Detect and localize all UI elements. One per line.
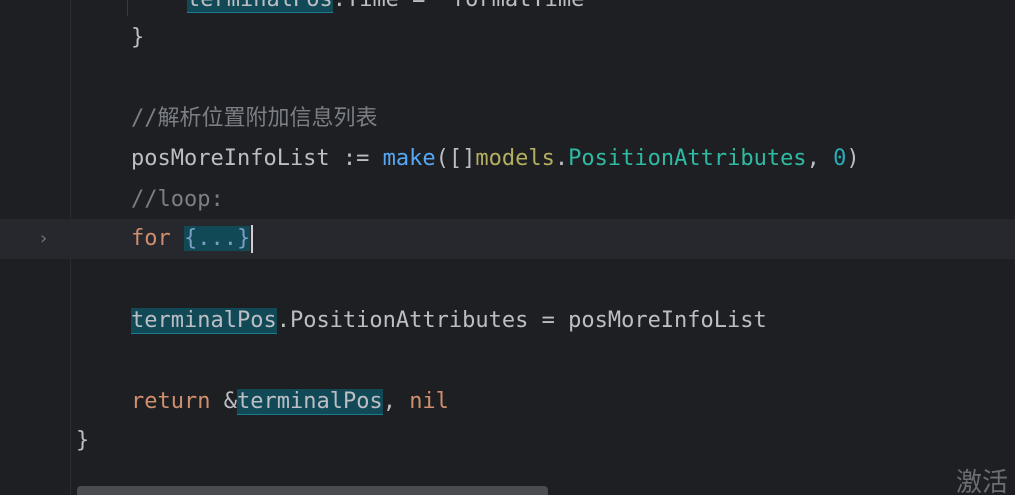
code-editor[interactable]: terminalPos.Time = *formatTime } //解析位置附…: [0, 0, 1015, 495]
identifier-highlight: terminalPos: [236, 389, 383, 415]
keyword: return: [131, 389, 211, 414]
code-token: .PositionAttributes = posMoreInfoList: [276, 308, 767, 333]
code-text: posMoreInfoList := make([]models.Positio…: [131, 139, 860, 179]
keyword: nil: [409, 389, 449, 414]
code-line[interactable]: return &terminalPos, nil: [0, 382, 1015, 422]
code-token: .Time = *formatTime: [333, 0, 585, 12]
code-line[interactable]: //loop:: [0, 180, 1015, 220]
code-text: return &terminalPos, nil: [131, 382, 449, 422]
code-line[interactable]: posMoreInfoList := make([]models.Positio…: [0, 139, 1015, 179]
code-token: posMoreInfoList :=: [131, 146, 383, 171]
code-line[interactable]: //解析位置附加信息列表: [0, 99, 1015, 139]
package-name: models: [475, 146, 555, 171]
code-token: ([]: [435, 146, 476, 171]
type-name: PositionAttributes: [568, 146, 807, 171]
comment: //loop:: [131, 187, 224, 212]
identifier-highlight: terminalPos: [187, 0, 333, 13]
code-line[interactable]: terminalPos.Time = *formatTime: [0, 0, 1015, 20]
comment: //解析位置附加信息列表: [131, 106, 378, 131]
code-text: terminalPos.Time = *formatTime: [187, 0, 584, 20]
indent-guide: [127, 0, 128, 16]
horizontal-scrollbar[interactable]: [77, 486, 548, 495]
code-line[interactable]: terminalPos.PositionAttributes = posMore…: [0, 301, 1015, 341]
code-line[interactable]: }: [0, 421, 1015, 461]
code-token: &: [210, 389, 237, 414]
code-token: .: [554, 146, 569, 171]
text-caret: [251, 225, 254, 253]
code-token: ): [846, 146, 860, 171]
code-text: for {...}: [131, 219, 254, 259]
number-literal: 0: [833, 146, 847, 171]
code-token: ,: [382, 389, 410, 414]
code-token: ,: [806, 146, 834, 171]
code-line[interactable]: }: [0, 18, 1015, 58]
activation-watermark: 激活: [956, 468, 1009, 495]
chevron-right-icon[interactable]: ›: [40, 219, 56, 259]
identifier-highlight: terminalPos: [131, 308, 277, 334]
closing-brace: }: [131, 25, 145, 50]
current-code-line[interactable]: › for {...}: [0, 219, 1015, 259]
folded-region[interactable]: {...}: [184, 226, 251, 251]
function-name: make: [382, 146, 436, 171]
keyword: for: [131, 226, 171, 251]
code-text: terminalPos.PositionAttributes = posMore…: [131, 301, 767, 341]
closing-brace: }: [76, 428, 90, 453]
